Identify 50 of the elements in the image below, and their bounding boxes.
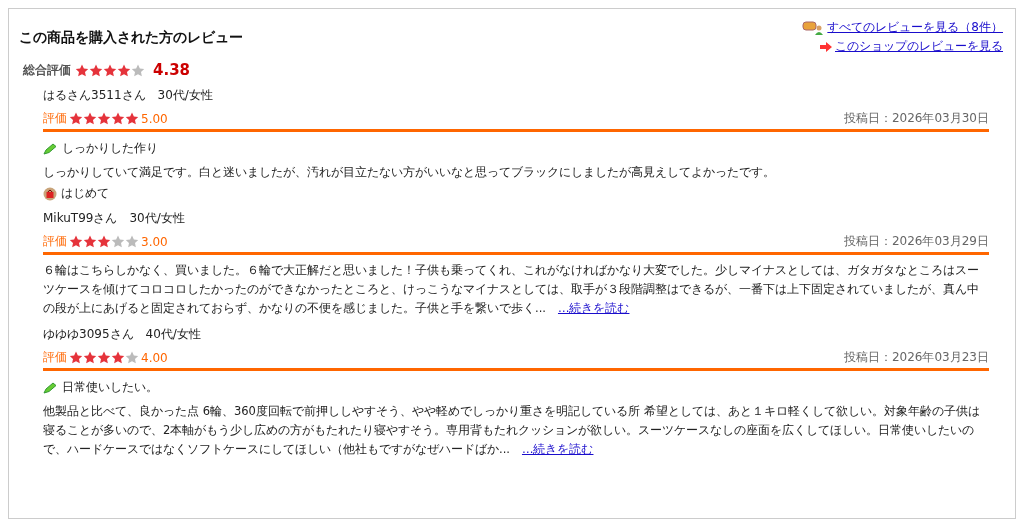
star-icon: [69, 112, 83, 125]
overall-label: 総合評価: [23, 61, 71, 79]
rating-score: 5.00: [141, 111, 168, 126]
star-icon: [125, 112, 139, 125]
star-icon: [83, 351, 97, 364]
review-text: ６輪はこちらしかなく、買いました。６輪で大正解だと思いました！子供も乗ってくれ、これがなければかなり大変でした。少しマイナスとしては、ガタガタなところはスーツケースを傾けてコロコロしたかったのができなかったところと、けっこうなマイナスとしては、取手が３段階調整はできるが、一番下は上下固定されていましたが、真ん中の段が上にあげると固定されておらず、かなりの不便を感じました。子供と手を繋いで歩く... …続きを読む: [43, 262, 980, 317]
review-headline: しっかりした作り: [62, 140, 158, 157]
star-icon: [69, 351, 83, 364]
rating-label: 評価: [43, 349, 67, 366]
review-headline: 日常使いしたい。: [62, 379, 158, 396]
star-icon: [111, 351, 125, 364]
rating-score: 3.00: [141, 234, 168, 249]
star-icon: [89, 63, 103, 77]
star-icon: [111, 112, 125, 125]
speech-bubble-person-icon: [802, 20, 825, 35]
reviewer-name: ゆゆゆ3095さん 40代/女性: [43, 326, 202, 343]
purchase-tag: はじめて: [61, 185, 109, 202]
star-icon: [131, 63, 145, 77]
star-icon: [97, 112, 111, 125]
pencil-icon: [43, 381, 57, 394]
rating-label: 評価: [43, 233, 67, 250]
star-icon: [103, 63, 117, 77]
star-icon: [97, 235, 111, 248]
review-link[interactable]: すべてのレビューを見る（8件）: [827, 19, 1003, 36]
star-icon: [97, 351, 111, 364]
post-date: 投稿日：2026年03月29日: [843, 233, 989, 250]
read-more-link[interactable]: …続きを読む: [557, 301, 630, 315]
rating-score: 4.00: [141, 350, 168, 365]
post-date: 投稿日：2026年03月30日: [843, 110, 989, 127]
read-more-link[interactable]: …続きを読む: [521, 442, 594, 456]
overall-score: 4.38: [153, 61, 190, 79]
star-icon: [125, 235, 139, 248]
basket-icon: [43, 186, 57, 201]
reviewer-name: はるさん3511さん 30代/女性: [43, 87, 214, 104]
review-text: しっかりしていて満足です。白と迷いましたが、汚れが目立たない方がいいなと思ってブラックにしましたが高見えしてよかったです。: [43, 164, 776, 181]
star-icon: [69, 235, 83, 248]
pencil-icon: [43, 142, 57, 155]
star-icon: [75, 63, 89, 77]
review-link[interactable]: このショップのレビューを見る: [835, 38, 1003, 55]
star-icon: [125, 351, 139, 364]
star-icon: [111, 235, 125, 248]
reviewer-name: MikuT99さん 30代/女性: [43, 210, 186, 227]
star-icon: [83, 235, 97, 248]
review-text: 他製品と比べて、良かった点 6輪、360度回転で前押ししやすそう、やや軽めでしっかり重さを明記している所 希望としては、あと１キロ軽くして欲しい。対象年齢の子供は寝ることが多いので、2本軸がもう少し広めの方がもたれたり寝やすそう。専用背もたれクッションが欲しい。スーツケースなしの座面を広くしてほしい。日常使いしたいので、ハードケースではなくソフトケースにしてほしい（他社もですがなぜハードばか... …続きを読む: [43, 403, 981, 458]
star-icon: [117, 63, 131, 77]
arrow-icon: [820, 41, 832, 52]
section-title: この商品を購入された方のレビュー: [19, 29, 243, 47]
post-date: 投稿日：2026年03月23日: [843, 349, 989, 366]
star-icon: [83, 112, 97, 125]
rating-label: 評価: [43, 110, 67, 127]
